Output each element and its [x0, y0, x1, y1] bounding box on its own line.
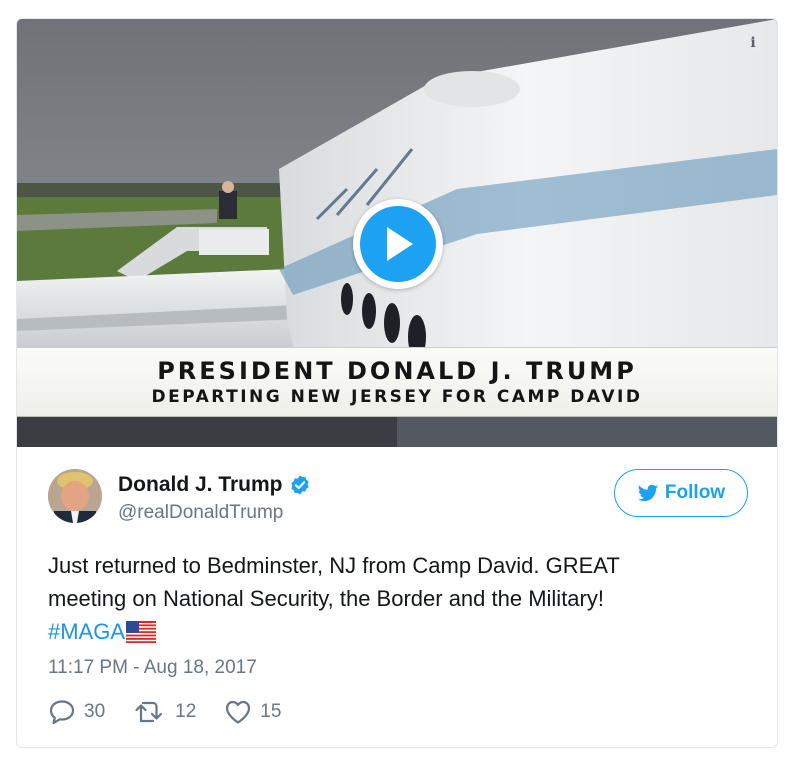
- verified-badge-icon: [290, 475, 309, 495]
- author-name-line[interactable]: Donald J. Trump: [118, 473, 311, 497]
- retweet-button[interactable]: 12: [133, 699, 196, 725]
- heart-icon: [226, 700, 251, 724]
- follow-label: Follow: [664, 482, 726, 503]
- twitter-bird-icon: [637, 484, 659, 502]
- tweet-text-line: Just returned to Bedminster, NJ from Cam…: [48, 553, 620, 578]
- like-count: 15: [260, 701, 282, 722]
- video-media[interactable]: i PRESIDENT DONALD J. TRUMP DEPARTING NE…: [17, 19, 777, 447]
- tweet-text: Just returned to Bedminster, NJ from Cam…: [48, 549, 748, 652]
- video-lower-third: PRESIDENT DONALD J. TRUMP DEPARTING NEW …: [17, 347, 777, 417]
- lower-third-title: PRESIDENT DONALD J. TRUMP: [157, 357, 637, 385]
- info-icon[interactable]: i: [743, 33, 763, 53]
- play-icon: [360, 206, 436, 282]
- lower-third-subtitle: DEPARTING NEW JERSEY FOR CAMP DAVID: [151, 387, 643, 407]
- reply-button[interactable]: 30: [48, 699, 105, 725]
- tweet-text-hashtag-line: #MAGA: [48, 615, 748, 652]
- tweet-actions: 30 12 15: [48, 699, 309, 725]
- retweet-count: 12: [175, 701, 197, 722]
- like-button[interactable]: 15: [224, 699, 281, 725]
- retweet-icon: [135, 701, 163, 723]
- follow-button[interactable]: Follow: [614, 469, 748, 517]
- avatar[interactable]: [48, 469, 102, 523]
- tweet-header: Donald J. Trump @realDonaldTrump Follow: [48, 469, 748, 529]
- tweet-text-line: meeting on National Security, the Border…: [48, 586, 604, 611]
- reply-icon: [49, 700, 75, 725]
- tweet-timestamp[interactable]: 11:17 PM - Aug 18, 2017: [48, 657, 257, 679]
- hashtag-link[interactable]: #MAGA: [48, 619, 125, 644]
- tweet-card: i PRESIDENT DONALD J. TRUMP DEPARTING NE…: [16, 18, 778, 748]
- screen-name[interactable]: @realDonaldTrump: [118, 502, 283, 524]
- us-flag-emoji: [125, 619, 157, 652]
- reply-count: 30: [84, 701, 106, 722]
- play-button[interactable]: [353, 199, 443, 289]
- display-name[interactable]: Donald J. Trump: [118, 473, 283, 497]
